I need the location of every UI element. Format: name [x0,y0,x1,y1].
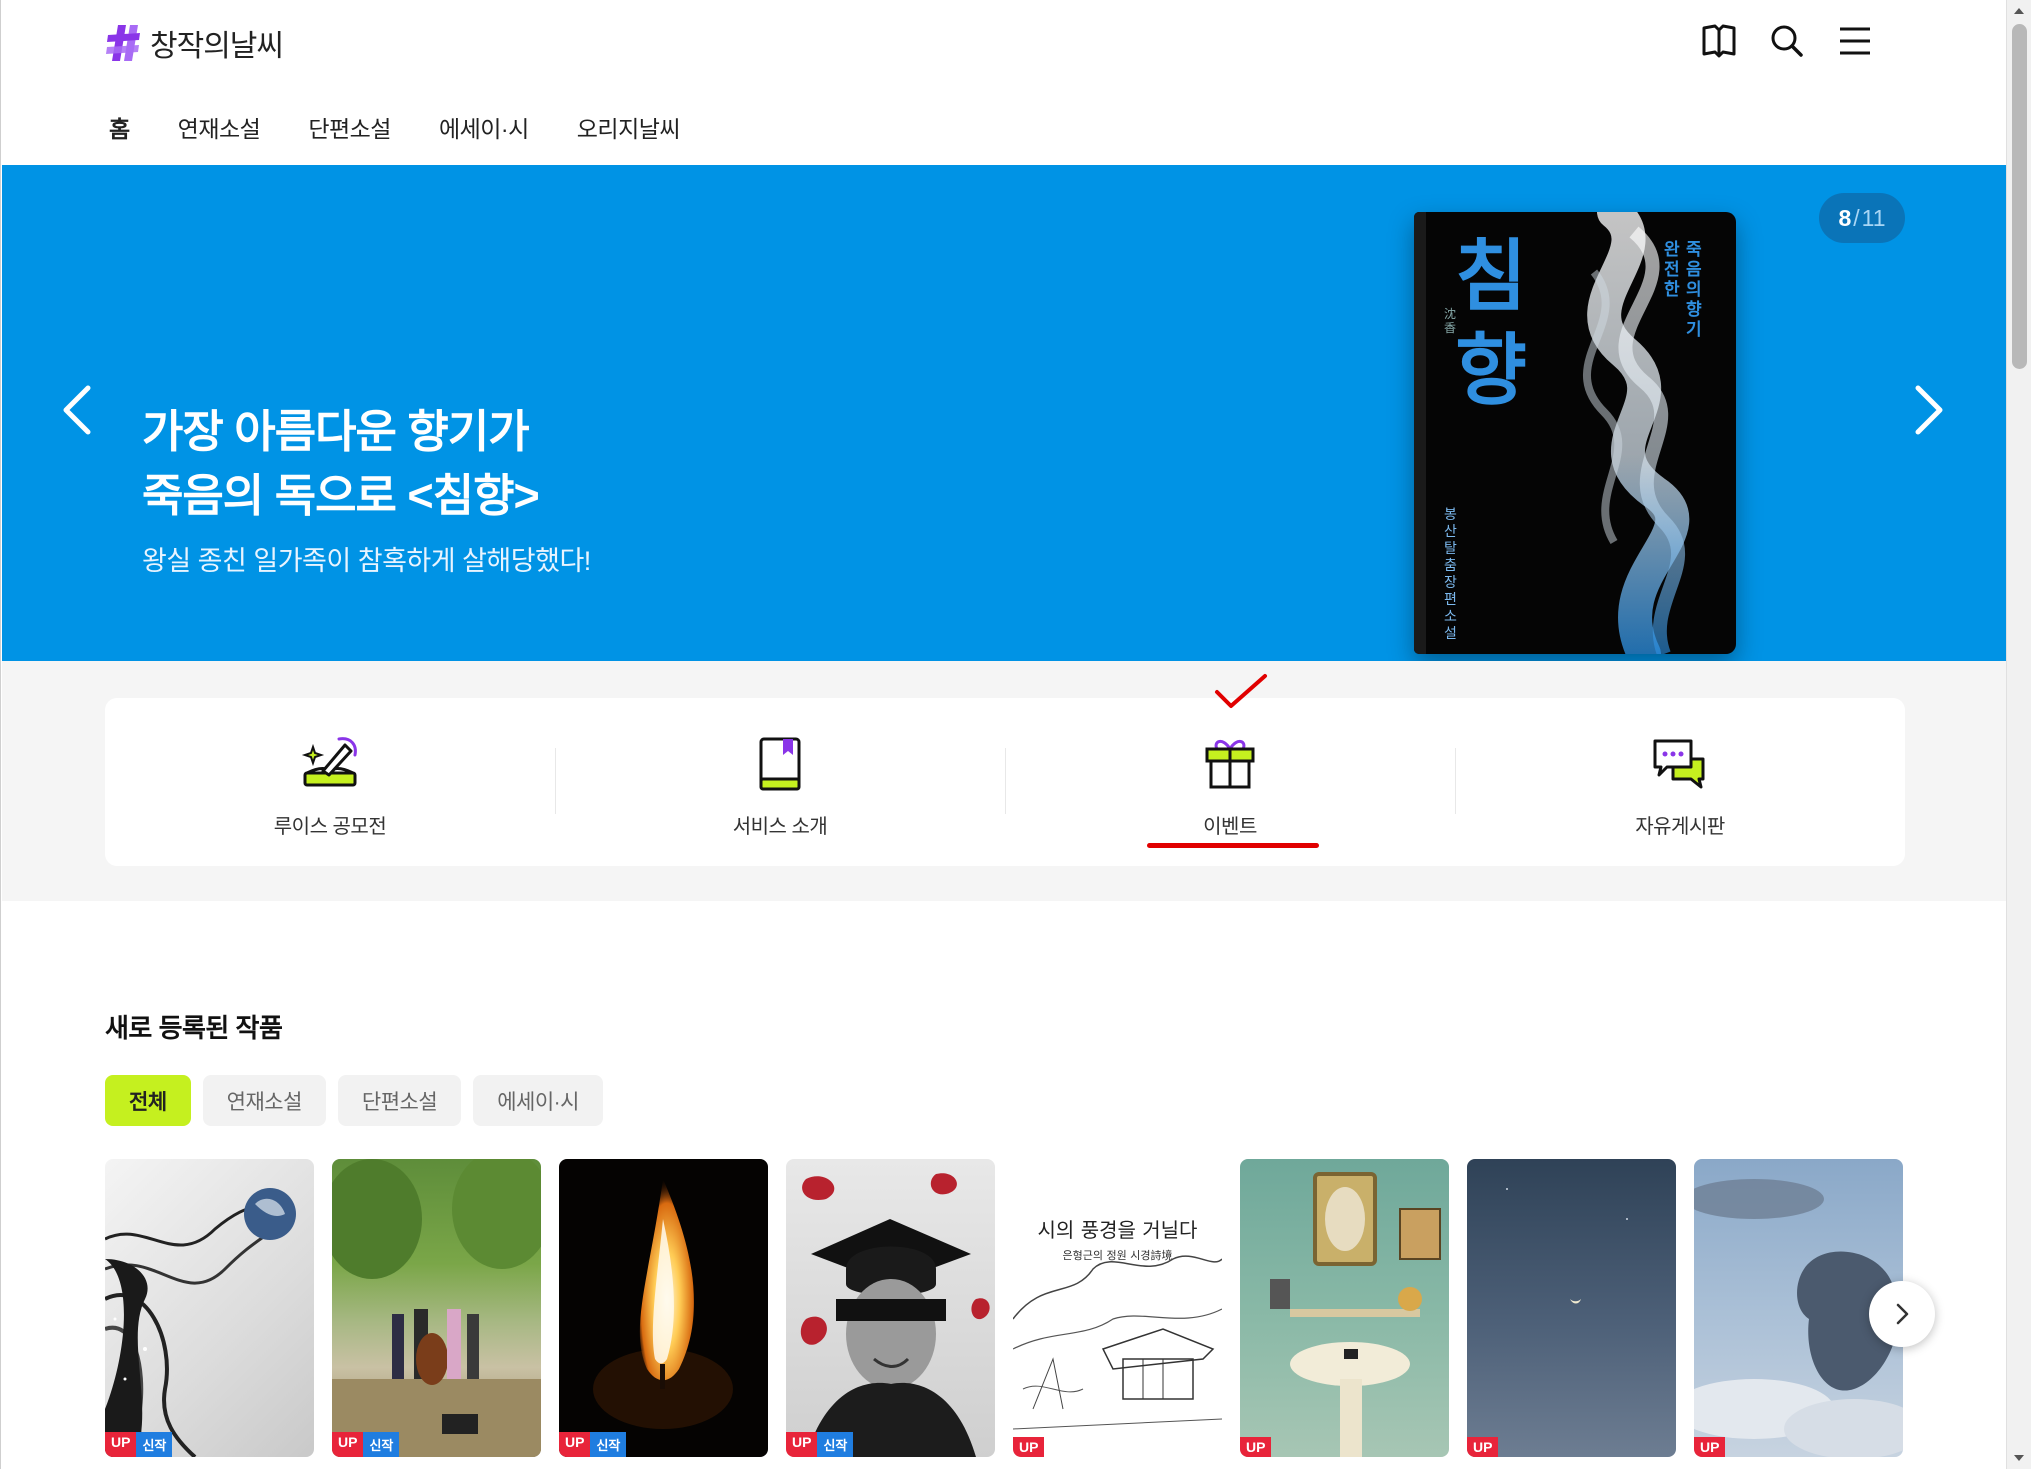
card-badges: UP 신작 [559,1432,627,1457]
hero-banner[interactable]: 가장 아름다운 향기가 죽음의 독으로 <침향> 왕실 종친 일가족이 참혹하게… [2,165,2006,661]
badge-up: UP [332,1432,364,1457]
page-viewport: 창작의날씨 홈 연재소설 단편소설 에세이·시 오리지날씨 가장 아름다운 향기… [0,0,2006,1469]
quick-menu: 루이스 공모전 서비스 소개 이벤트 자유게시판 [105,698,1905,866]
nav-essay-poem[interactable]: 에세이·시 [439,110,529,144]
work-card[interactable]: UP [1240,1159,1449,1457]
book-bookmark-icon [759,737,801,791]
badge-up: UP [1013,1437,1045,1457]
badge-new: 신작 [136,1432,173,1457]
badge-up: UP [1467,1437,1499,1457]
cover-poetry-sketch [1013,1255,1222,1430]
new-works-title: 새로 등록된 작품 [105,1013,283,1043]
filter-short[interactable]: 단편소설 [337,1075,462,1126]
nav-home[interactable]: 홈 [109,110,130,144]
badge-up: UP [105,1432,137,1457]
work-card[interactable]: UP 신작 [332,1159,541,1457]
badge-up: UP [559,1432,591,1457]
card-badges: UP 신작 [105,1432,173,1457]
cover-street-musicians [332,1159,541,1457]
counter-current: 8 [1838,204,1852,231]
scroll-down-button[interactable] [2007,1447,2031,1469]
quick-label-service: 서비스 소개 [732,816,828,838]
chat-bubbles-icon [1653,739,1705,789]
card-badges: UP [1240,1437,1272,1457]
work-card[interactable]: UP 신작 [105,1159,314,1457]
book-tagline-col1: 완전한 [1664,240,1680,300]
work-card[interactable]: 시의 풍경을 거닐다 은형근의 정원 시경詩境 UP [1013,1159,1222,1457]
badge-new: 신작 [363,1432,400,1457]
logo-mark-icon [106,25,140,61]
cover-graduate-portrait [800,1173,990,1457]
filter-essay[interactable]: 에세이·시 [473,1075,603,1126]
red-check-annotation [1215,674,1267,708]
vertical-scrollbar[interactable] [2006,0,2031,1469]
quick-item-board[interactable]: 자유게시판 [1455,698,1905,866]
cover-vintage-bathroom [1270,1172,1441,1457]
card-badges: UP [1467,1437,1499,1457]
filter-serial[interactable]: 연재소설 [202,1075,326,1126]
library-button[interactable] [1700,22,1738,60]
site-header: 창작의날씨 홈 연재소설 단편소설 에세이·시 오리지날씨 [1,0,2006,165]
banner-title: 가장 아름다운 향기가 죽음의 독으로 <침향> [142,400,540,528]
card-badges: UP 신작 [332,1432,400,1457]
badge-new: 신작 [817,1432,854,1457]
menu-icon [1840,27,1870,55]
quick-item-service[interactable]: 서비스 소개 [555,698,1005,866]
card-badges: UP 신작 [786,1432,854,1457]
cover-earth-waves [105,1188,296,1457]
quick-label-event: 이벤트 [1203,816,1257,838]
new-works-list: UP 신작 UP 신작 UP 신작 UP 신작 시의 풍경을 거닐다 은형근의 … [105,1159,1903,1457]
quick-item-contest[interactable]: 루이스 공모전 [105,698,555,866]
gift-icon [1205,740,1255,789]
quick-label-contest: 루이스 공모전 [273,816,387,838]
badge-up: UP [786,1432,818,1457]
work-card[interactable]: UP 신작 [786,1159,995,1457]
counter-total: 11 [1861,204,1886,231]
card-badges: UP [1694,1437,1726,1457]
new-works-filter: 전체 연재소설 단편소설 에세이·시 [105,1075,603,1126]
book-spine [1414,212,1426,654]
work-card[interactable]: UP [1467,1159,1676,1457]
banner-counter: 8 / 11 [1819,193,1905,243]
cards-next-button[interactable] [1869,1281,1935,1347]
banner-next-button[interactable] [1902,380,1952,440]
red-underline-annotation [1147,843,1319,848]
banner-subtitle: 왕실 종친 일가족이 참혹하게 살해당했다! [142,546,591,576]
smoke-illustration [1583,212,1690,654]
scroll-up-button[interactable] [2007,0,2031,22]
writing-contest-icon [301,737,357,787]
site-logo[interactable]: 창작의날씨 [106,20,284,66]
quick-label-board: 자유게시판 [1635,816,1725,838]
book-tagline-col2: 죽음의 향기 [1686,240,1702,340]
book-author: 봉산탈춤 장편소설 [1444,507,1457,642]
badge-new: 신작 [590,1432,627,1457]
main-navigation: 홈 연재소설 단편소설 에세이·시 오리지날씨 [109,110,681,144]
badge-up: UP [1694,1437,1726,1457]
banner-title-line2: 죽음의 독으로 <침향> [142,470,540,521]
nav-original[interactable]: 오리지날씨 [577,110,681,144]
book-icon [1702,24,1736,58]
scroll-thumb[interactable] [2012,24,2027,369]
chevron-right-icon [1896,1303,1909,1325]
counter-separator: / [1853,204,1860,231]
cover-candle-flame [593,1179,733,1429]
menu-button[interactable] [1836,22,1874,60]
header-actions [1700,22,1874,60]
logo-text: 창작의날씨 [150,30,284,63]
search-icon [1771,25,1803,57]
book-hanja: 沈香 [1444,307,1457,335]
nav-serial-novel[interactable]: 연재소설 [178,110,261,144]
banner-book-cover[interactable]: 침향 沈香 완전한 죽음의 향기 봉산탈춤 장편소설 [1414,212,1736,654]
cover-night-moon [1506,1188,1628,1304]
work-card[interactable]: UP 신작 [559,1159,768,1457]
nav-short-novel[interactable]: 단편소설 [308,110,391,144]
filter-all[interactable]: 전체 [105,1075,191,1126]
badge-up: UP [1240,1437,1272,1457]
quick-item-event[interactable]: 이벤트 [1005,698,1455,866]
search-button[interactable] [1768,22,1806,60]
card-badges: UP [1013,1437,1045,1457]
banner-prev-button[interactable] [54,380,104,440]
banner-title-line1: 가장 아름다운 향기가 [142,406,530,457]
